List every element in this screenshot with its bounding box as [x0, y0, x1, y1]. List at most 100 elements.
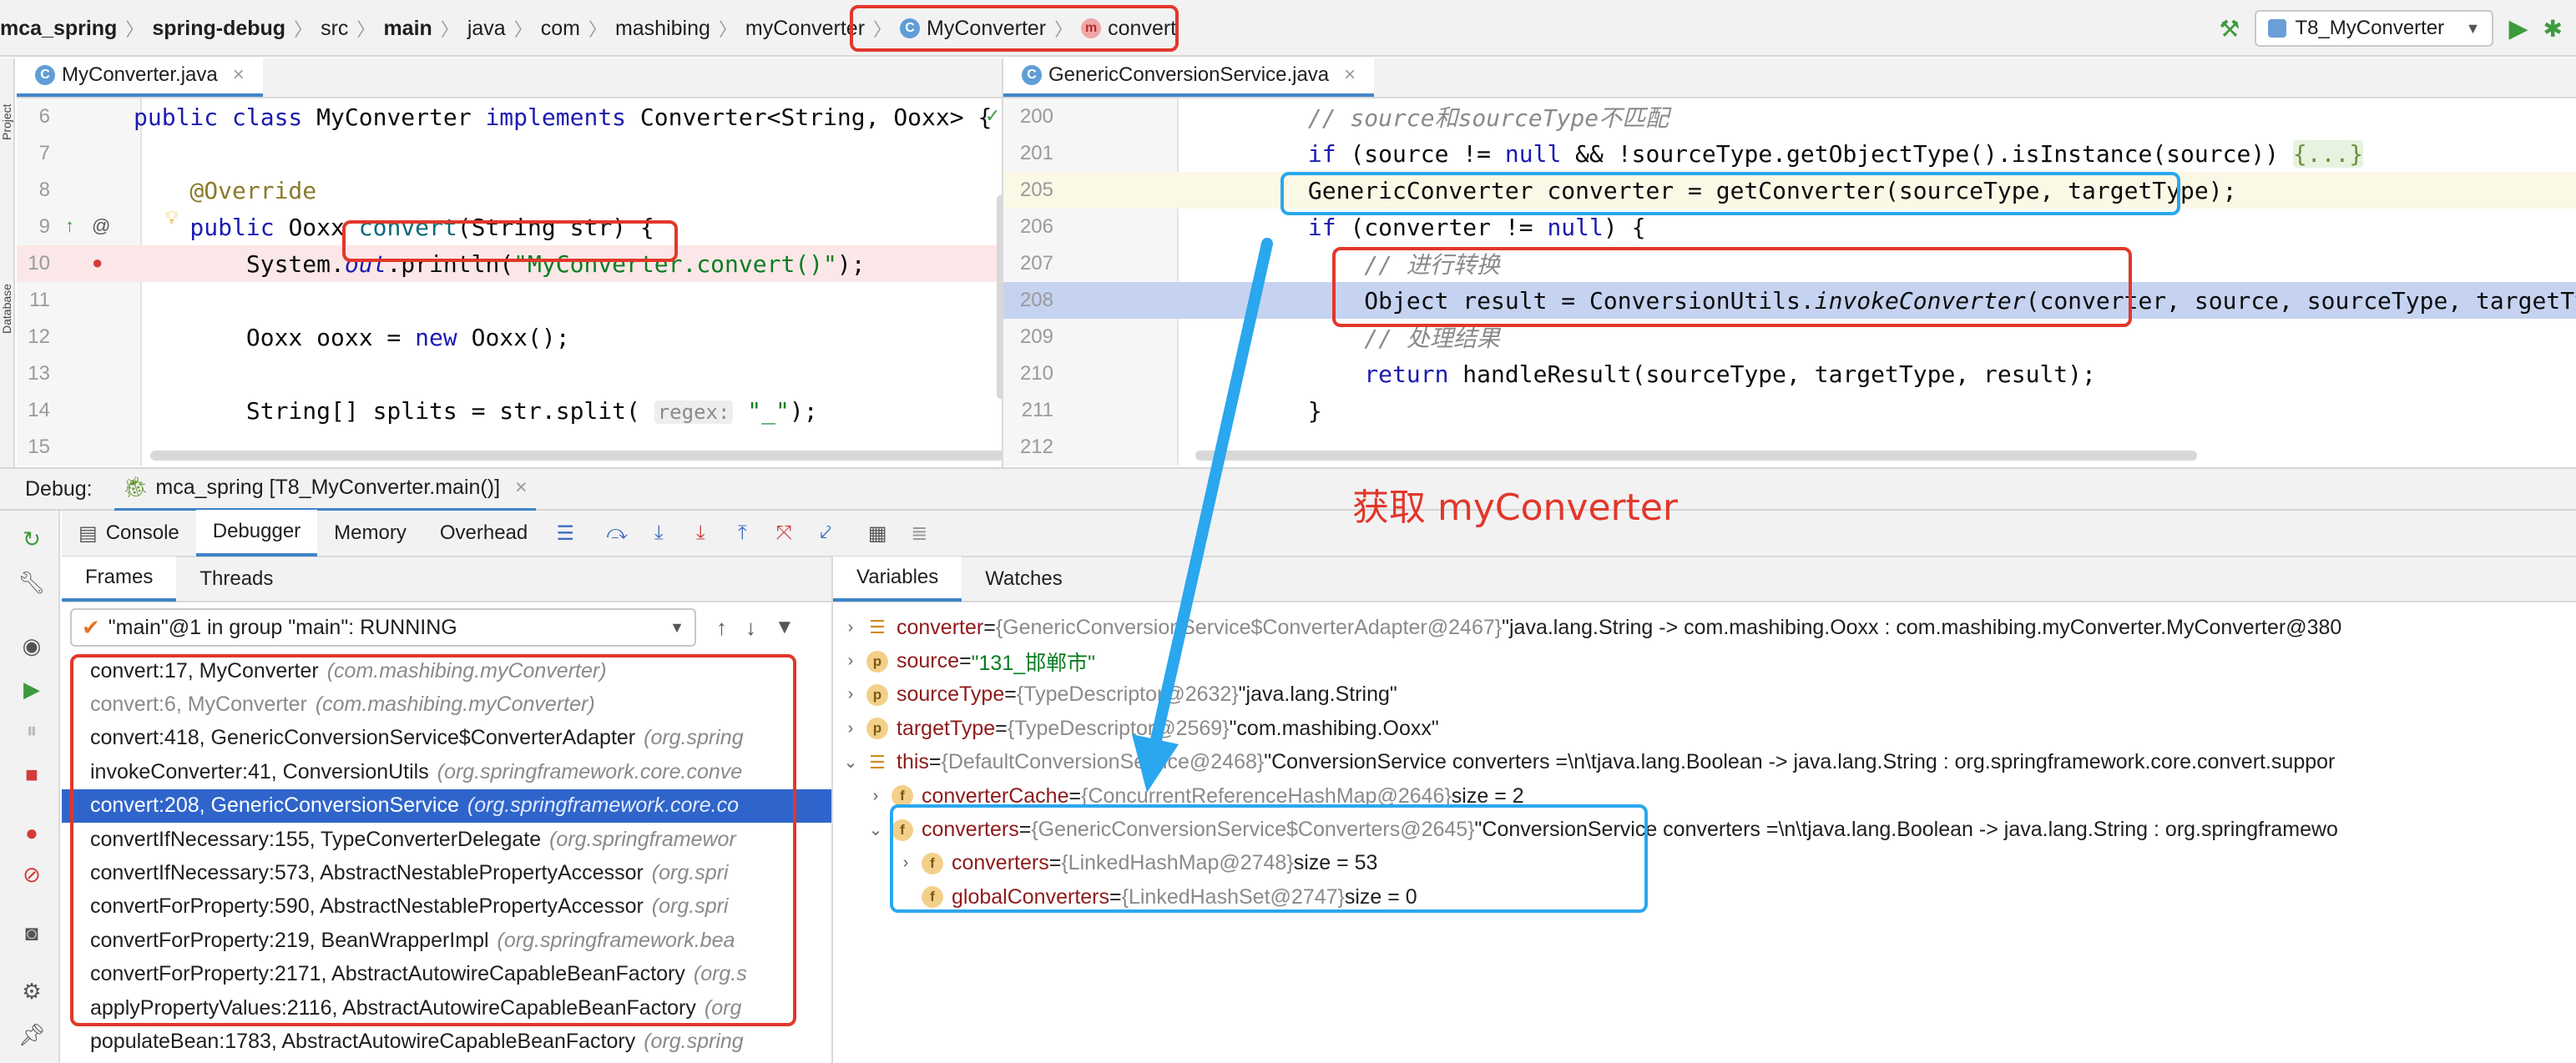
breadcrumb-item[interactable]: spring-debug	[152, 17, 285, 41]
code-token: System.	[134, 249, 345, 278]
expand-arrow-icon[interactable]: ›	[841, 685, 860, 704]
tab-variables[interactable]: Variables	[833, 557, 962, 602]
run-to-cursor-icon[interactable]: ⤦	[811, 519, 840, 547]
build-icon[interactable]: ⚒	[2219, 15, 2240, 43]
tab-label: Console	[105, 521, 179, 544]
horizontal-scrollbar[interactable]	[1195, 451, 2197, 461]
menu-icon[interactable]: ☰	[551, 519, 579, 547]
intention-bulb-icon[interactable]: 💡︎	[165, 207, 178, 229]
filter-icon[interactable]: ▼	[775, 616, 795, 639]
code-line[interactable]: 6 public class MyConverter implements Con…	[17, 98, 1002, 135]
tab-console[interactable]: ▤ Console	[62, 510, 196, 557]
annotation-gutter-icon[interactable]: @	[92, 215, 110, 237]
trace-icon[interactable]: ≣	[905, 519, 933, 547]
arrow-up-icon[interactable]: ↑	[716, 615, 727, 641]
stop-icon[interactable]: ■	[18, 761, 45, 788]
expand-arrow-icon[interactable]: ›	[841, 652, 860, 671]
editor-tab[interactable]: C MyConverter.java ×	[17, 57, 263, 97]
code-line[interactable]: 11	[17, 282, 1002, 319]
implements-gutter-icon[interactable]: ↑	[65, 215, 74, 237]
rerun-icon[interactable]: ↻	[18, 526, 45, 552]
horizontal-scrollbar[interactable]	[150, 451, 1002, 461]
close-icon[interactable]: ×	[515, 476, 528, 500]
breadcrumb-item[interactable]: mashibing	[615, 17, 710, 41]
run-config-select[interactable]: T8_MyConverter ▼	[2255, 10, 2494, 47]
thread-select[interactable]: ✔ "main"@1 in group "main": RUNNING ▼	[70, 608, 696, 647]
force-step-into-icon[interactable]: ⤓	[686, 519, 715, 547]
stack-frame[interactable]: populateBean:1783, AbstractAutowireCapab…	[62, 1025, 831, 1058]
arrow-down-icon[interactable]: ↓	[745, 615, 756, 641]
variable-row[interactable]: › ☰ converter = {GenericConversionService$…	[841, 611, 2342, 644]
variable-row[interactable]: › p targetType = {TypeDescriptor@2569} "co…	[841, 712, 1439, 745]
debug-label: Debug:	[25, 476, 93, 501]
tab-label: GenericConversionService.java	[1048, 63, 1330, 86]
run-icon[interactable]: ▶	[2508, 14, 2528, 43]
code-token: );	[789, 396, 818, 425]
line-number: 205	[1019, 179, 1053, 201]
step-over-icon[interactable]: ⤼	[603, 519, 631, 547]
code-line[interactable]: 201 if (source != null && !sourceType.ge…	[1003, 135, 2576, 172]
view-breakpoints-icon[interactable]: ●	[18, 819, 45, 846]
tab-overhead[interactable]: Overhead	[423, 510, 544, 557]
debug-session-tab[interactable]: 🐞︎ mca_spring [T8_MyConverter.main()] ×	[114, 467, 536, 511]
view-icon[interactable]: ◉	[18, 632, 45, 659]
variable-row[interactable]: › p sourceType = {TypeDescriptor@2632} "ja…	[841, 678, 1397, 712]
code-line[interactable]: 12 Ooxx ooxx = new Ooxx();	[17, 319, 1002, 355]
drop-frame-icon[interactable]: ⤧	[770, 519, 798, 547]
gear-icon[interactable]: ⚙	[18, 978, 45, 1005]
variable-name: converter	[897, 615, 984, 639]
line-number: 201	[1019, 142, 1053, 164]
expand-arrow-icon[interactable]: ⌄	[866, 819, 885, 840]
breakpoint-icon[interactable]: ●	[92, 252, 103, 274]
project-tool-tab[interactable]: Project	[0, 65, 15, 140]
expand-arrow-icon[interactable]: ›	[841, 719, 860, 738]
expand-arrow-icon[interactable]: ⌄	[841, 752, 860, 773]
evaluate-icon[interactable]: ▦	[863, 519, 891, 547]
pause-icon[interactable]: ⏸	[18, 718, 45, 744]
breadcrumb-item[interactable]: java	[467, 17, 506, 41]
settings-wrench-icon[interactable]: 🔧︎	[18, 569, 46, 596]
variable-row[interactable]: › p source = "131_邯郸市"	[841, 644, 1095, 678]
close-icon[interactable]: ×	[233, 63, 245, 87]
breadcrumb-item[interactable]: myConverter	[745, 17, 865, 41]
debug-icon[interactable]: ✱	[2543, 15, 2563, 43]
step-into-icon[interactable]: ⤓	[644, 519, 673, 547]
step-out-icon[interactable]: ⤒	[728, 519, 756, 547]
database-tool-tab[interactable]: Database	[0, 250, 15, 334]
code-line[interactable]: 13	[17, 355, 1002, 392]
equals-sign: =	[995, 716, 1008, 740]
breadcrumb-item[interactable]: main	[383, 17, 432, 41]
code-line[interactable]: 8 @Override	[17, 172, 1002, 209]
code-line[interactable]: 200 // source和sourceType不匹配	[1003, 98, 2576, 135]
code-token: );	[836, 249, 866, 278]
code-token: return	[1195, 360, 1463, 388]
left-code-editor[interactable]: 6 public class MyConverter implements Con…	[17, 98, 1002, 466]
resume-icon[interactable]: ▶	[18, 676, 45, 703]
code-line[interactable]: 14 String[] splits = str.split( regex: "…	[17, 392, 1002, 429]
breadcrumb-item[interactable]: mca_spring	[0, 17, 117, 41]
tab-threads[interactable]: Threads	[176, 557, 296, 602]
tab-watches[interactable]: Watches	[962, 557, 1085, 602]
code-line[interactable]: 211 }	[1003, 392, 2576, 429]
code-text: if (converter != null) {	[1195, 214, 1646, 241]
line-number: 15	[28, 436, 50, 458]
tab-memory[interactable]: Memory	[317, 510, 423, 557]
annotation-box-convert-method	[342, 220, 678, 262]
code-token: regex:	[654, 400, 734, 424]
code-line[interactable]: 210 return handleResult(sourceType, targ…	[1003, 355, 2576, 392]
code-line[interactable]: 7	[17, 135, 1002, 172]
pin-icon[interactable]: 📌︎	[18, 1021, 46, 1048]
close-icon[interactable]: ×	[1344, 63, 1356, 87]
mute-breakpoints-icon[interactable]: ⊘	[18, 861, 45, 888]
camera-icon[interactable]: ◙	[18, 919, 45, 946]
variable-row[interactable]: ⌄ ☰ this = {DefaultConversionService@2468}…	[841, 746, 2336, 779]
expand-arrow-icon[interactable]: ›	[866, 787, 885, 806]
tab-frames[interactable]: Frames	[62, 557, 177, 602]
editor-tab[interactable]: C GenericConversionService.java ×	[1003, 57, 1375, 97]
breadcrumb-item[interactable]: com	[541, 17, 580, 41]
expand-arrow-icon[interactable]: ›	[841, 618, 860, 637]
breadcrumb-item[interactable]: src	[321, 17, 348, 41]
line-number: 211	[1021, 399, 1053, 421]
tab-debugger[interactable]: Debugger	[195, 510, 318, 557]
inspection-ok-icon[interactable]: ✓	[985, 105, 1000, 127]
